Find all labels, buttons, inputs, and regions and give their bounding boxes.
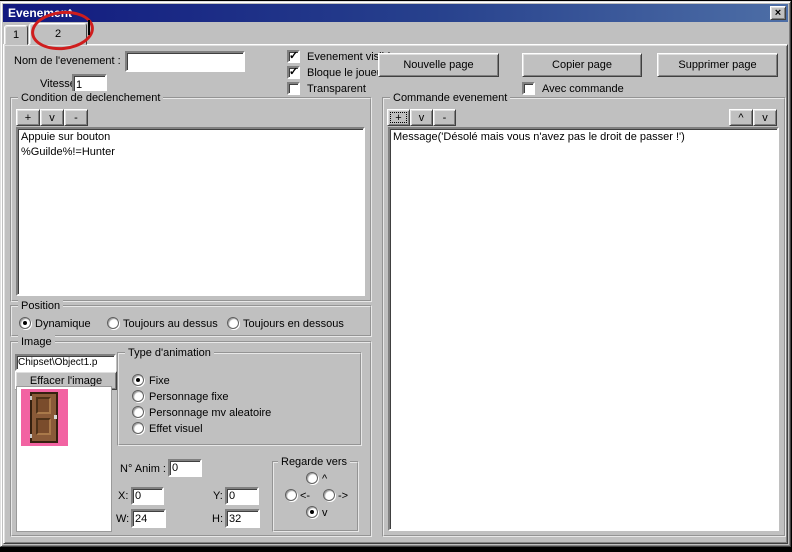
radio-toujours-au-dessus-label: Toujours au dessus xyxy=(123,318,218,330)
animation-type-group-title: Type d'animation xyxy=(125,346,214,360)
radio-look-left-label: <- xyxy=(300,490,310,502)
command-move-up-button[interactable]: ^ xyxy=(729,109,753,126)
mouse-cursor xyxy=(88,20,90,35)
checkbox-transparent-label: Transparent xyxy=(307,83,366,95)
checkbox-block-player-label: Bloque le joueur xyxy=(307,67,387,79)
radio-effet-visuel-label: Effet visuel xyxy=(149,423,203,435)
checkbox-with-command[interactable] xyxy=(522,82,535,95)
condition-list-item[interactable]: %Guilde%!=Hunter xyxy=(21,145,360,160)
checkbox-with-command-label: Avec commande xyxy=(542,83,624,95)
x-input[interactable] xyxy=(131,487,164,505)
door-panel-bottom xyxy=(36,418,51,435)
command-list[interactable]: Message('Désolé mais vous n'avez pas le … xyxy=(388,127,779,531)
tab-1[interactable]: 1 xyxy=(4,25,28,45)
radio-look-down[interactable] xyxy=(306,506,318,518)
sprite-background xyxy=(21,389,68,446)
radio-look-right[interactable] xyxy=(323,489,335,501)
radio-look-right-label: -> xyxy=(338,490,348,502)
command-edit-button[interactable]: v xyxy=(410,109,433,126)
close-icon: × xyxy=(775,8,781,19)
radio-look-up-label: ^ xyxy=(322,473,327,485)
position-group: Position Dynamique Toujours au dessus To… xyxy=(10,305,372,337)
door-sprite xyxy=(30,392,58,443)
radio-fixe-label: Fixe xyxy=(149,375,170,387)
command-group-title: Commande evenement xyxy=(390,91,510,105)
command-list-item[interactable]: Message('Désolé mais vous n'avez pas le … xyxy=(393,130,774,145)
condition-add-button[interactable]: + xyxy=(16,109,40,126)
image-path-field[interactable] xyxy=(15,354,116,371)
condition-group-title: Condition de declenchement xyxy=(18,91,163,105)
new-page-button[interactable]: Nouvelle page xyxy=(378,53,499,77)
copy-page-button[interactable]: Copier page xyxy=(522,53,642,77)
radio-personnage-mv-aleatoire[interactable] xyxy=(132,406,144,418)
h-label: H: xyxy=(212,513,223,525)
event-name-label: Nom de l'evenement : xyxy=(14,55,121,67)
condition-edit-button[interactable]: v xyxy=(40,109,64,126)
command-move-down-button[interactable]: v xyxy=(753,109,777,126)
close-button[interactable]: × xyxy=(770,6,786,20)
command-remove-button[interactable]: - xyxy=(433,109,456,126)
radio-look-down-label: v xyxy=(322,507,328,519)
image-preview[interactable] xyxy=(16,386,112,532)
radio-dynamique[interactable] xyxy=(19,317,31,329)
command-add-button[interactable]: + xyxy=(387,109,410,126)
y-label: Y: xyxy=(213,490,223,502)
checkbox-transparent[interactable] xyxy=(287,82,300,95)
condition-group: Condition de declenchement + v - Appuie … xyxy=(10,97,372,302)
door-panel-top xyxy=(36,397,51,414)
animation-type-group: Type d'animation Fixe Personnage fixe Pe… xyxy=(117,352,362,446)
condition-list-item[interactable]: Appuie sur bouton xyxy=(21,130,360,145)
w-label: W: xyxy=(116,513,129,525)
look-direction-group: Regarde vers ^ <- -> v xyxy=(272,461,359,532)
anim-number-input[interactable] xyxy=(168,459,202,477)
radio-toujours-au-dessus[interactable] xyxy=(107,317,119,329)
event-name-input[interactable] xyxy=(125,51,245,72)
checkbox-event-visible[interactable] xyxy=(287,50,300,63)
radio-look-up[interactable] xyxy=(306,472,318,484)
radio-look-left[interactable] xyxy=(285,489,297,501)
door-hinge-bottom xyxy=(30,434,32,438)
titlebar[interactable]: Evenement xyxy=(3,4,788,22)
y-input[interactable] xyxy=(225,487,259,505)
door-hinge-top xyxy=(30,396,32,400)
image-group-title: Image xyxy=(18,335,55,349)
condition-list[interactable]: Appuie sur bouton %Guilde%!=Hunter xyxy=(16,127,365,296)
radio-toujours-en-dessous-label: Toujours en dessous xyxy=(243,318,344,330)
radio-fixe[interactable] xyxy=(132,374,144,386)
w-input[interactable] xyxy=(131,509,166,528)
door-handle xyxy=(54,415,57,419)
event-editor-screen: Evenement × 1 2 Nom de l'evenement : Vit… xyxy=(0,0,792,552)
radio-personnage-fixe-label: Personnage fixe xyxy=(149,391,229,403)
radio-personnage-fixe[interactable] xyxy=(132,390,144,402)
radio-toujours-en-dessous[interactable] xyxy=(227,317,239,329)
command-group: Commande evenement + v - ^ v Message('Dé… xyxy=(382,97,786,537)
x-label: X: xyxy=(118,490,128,502)
radio-dynamique-label: Dynamique xyxy=(35,318,91,330)
delete-page-button[interactable]: Supprimer page xyxy=(657,53,778,77)
position-group-title: Position xyxy=(18,299,63,313)
tab-1-label: 1 xyxy=(13,29,19,41)
radio-personnage-mv-aleatoire-label: Personnage mv aleatoire xyxy=(149,407,271,419)
checkbox-block-player[interactable] xyxy=(287,66,300,79)
h-input[interactable] xyxy=(225,509,260,528)
radio-effet-visuel[interactable] xyxy=(132,422,144,434)
look-direction-group-title: Regarde vers xyxy=(278,455,350,469)
anim-number-label: N° Anim : xyxy=(120,463,166,475)
condition-remove-button[interactable]: - xyxy=(64,109,88,126)
